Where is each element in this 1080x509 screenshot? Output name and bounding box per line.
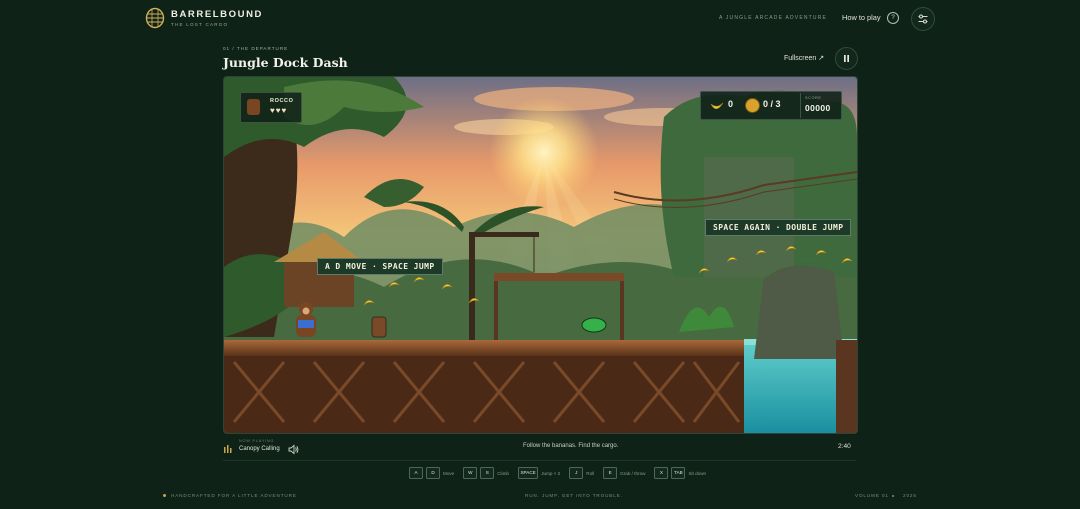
- fullscreen-button[interactable]: Fullscreen ↗: [784, 54, 824, 62]
- key-tab: TAB: [671, 467, 686, 479]
- footer-left-text: HANDCRAFTED FOR A LITTLE ADVENTURE: [171, 493, 297, 498]
- cargo-coin-icon: [745, 98, 760, 113]
- move-jump-hint: A D MOVE · SPACE JUMP: [317, 258, 443, 275]
- player-hud: ROCCO ♥♥♥: [240, 92, 302, 123]
- help-icon[interactable]: ?: [887, 12, 899, 24]
- hud-divider: [800, 93, 801, 118]
- key-w: W: [463, 467, 478, 479]
- volume-icon[interactable]: [288, 442, 299, 455]
- barrel-logo-icon[interactable]: [144, 7, 166, 29]
- jungle-scene: [224, 77, 857, 433]
- settings-button[interactable]: [911, 7, 935, 31]
- pause-icon: [844, 55, 849, 62]
- control-jump-label: Jump × 2: [541, 470, 561, 476]
- footer-volume-text: VOLUME 01: [855, 493, 889, 498]
- footer-separator-dot: [892, 495, 894, 497]
- control-sit-label: Sit down: [688, 470, 707, 476]
- player-name: ROCCO: [270, 98, 294, 104]
- how-to-play-link[interactable]: How to play: [842, 13, 881, 22]
- control-grab-label: Grab / throw: [620, 470, 646, 476]
- game-canvas[interactable]: ROCCO ♥♥♥ 0 0 / 3 SCORE 00000 A D MOVE ·…: [223, 76, 858, 434]
- score-hud: 0 0 / 3 SCORE 00000: [700, 91, 842, 120]
- key-a: A: [409, 467, 423, 479]
- footer-year-text: 2026: [903, 493, 917, 498]
- control-roll-label: Roll: [586, 470, 595, 476]
- level-act: 01 / THE DEPARTURE: [223, 46, 289, 51]
- score-value: 00000: [805, 103, 831, 113]
- brand-name[interactable]: BARRELBOUND: [171, 9, 263, 20]
- sliders-icon: [918, 14, 928, 24]
- double-jump-hint: SPACE AGAIN · DOUBLE JUMP: [705, 219, 852, 236]
- footer-dot-icon: [163, 494, 166, 497]
- lives-hearts: ♥♥♥: [270, 106, 288, 115]
- key-j: J: [569, 467, 584, 479]
- key-d: D: [426, 467, 440, 479]
- controls-legend: A D Move W S Climb SPACE Jump × 2 J Roll…: [409, 467, 712, 479]
- control-climb-label: Climb: [497, 470, 509, 476]
- banana-icon: [710, 99, 724, 111]
- control-move-label: Move: [443, 470, 455, 476]
- pause-button[interactable]: [835, 47, 858, 70]
- monkey-avatar-icon: [247, 99, 260, 115]
- controls-divider: [223, 460, 856, 461]
- equalizer-icon: [223, 441, 233, 453]
- footer-center-text: RUN. JUMP. GET INTO TROUBLE.: [525, 493, 623, 498]
- score-label: SCORE: [805, 96, 822, 100]
- objective-text: Follow the bananas. Find the cargo.: [523, 443, 619, 449]
- key-e: E: [603, 467, 618, 479]
- level-timer: 2:40: [838, 443, 851, 450]
- key-x: X: [654, 467, 669, 479]
- header-tagline: A JUNGLE ARCADE ADVENTURE: [719, 15, 828, 21]
- key-space: SPACE: [517, 467, 539, 479]
- brand-subtitle: THE LOST CARGO: [171, 22, 229, 27]
- key-s: S: [480, 467, 495, 479]
- level-title: Jungle Dock Dash: [223, 55, 348, 70]
- banana-count: 0: [728, 99, 734, 109]
- now-playing-label: NOW PLAYING: [239, 439, 275, 443]
- cargo-count: 0 / 3: [763, 99, 781, 109]
- now-playing-track: Canopy Calling: [239, 446, 280, 452]
